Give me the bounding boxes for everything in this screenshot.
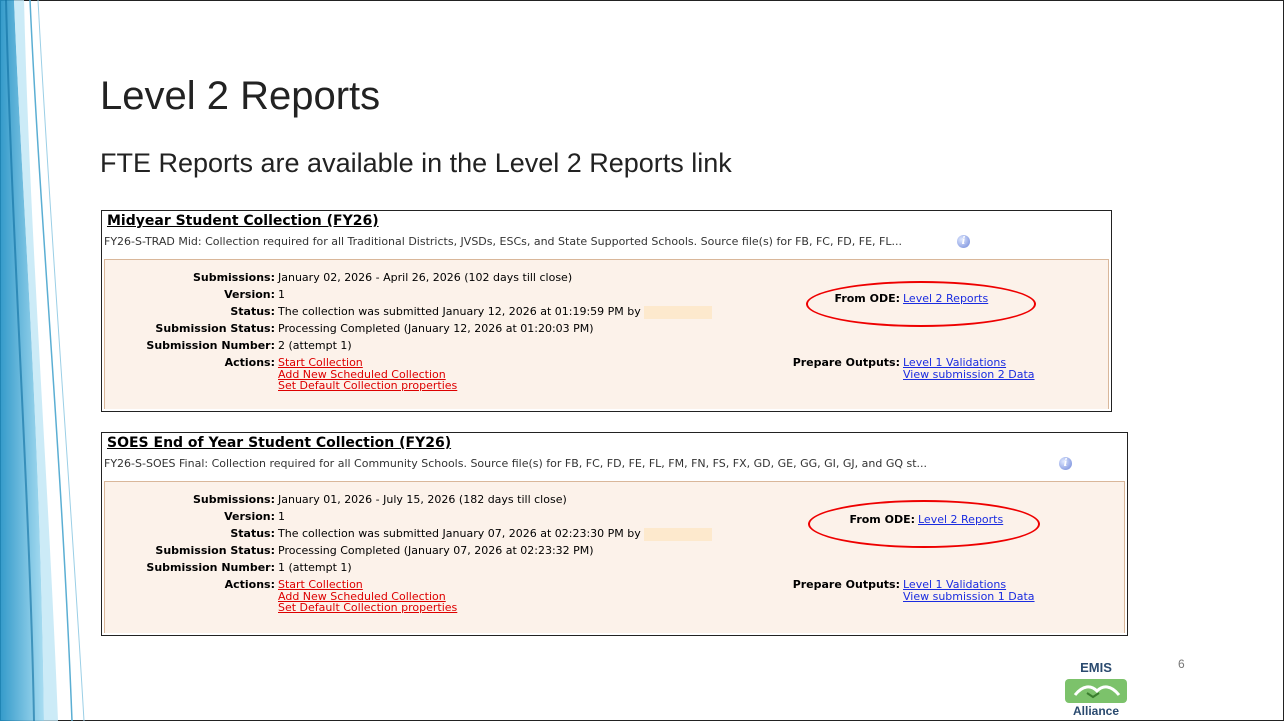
version-label: Version: bbox=[224, 510, 275, 523]
decorative-side-stripes bbox=[0, 0, 85, 721]
submission-number-value: 2 (attempt 1) bbox=[278, 339, 352, 352]
view-submission-data-link[interactable]: View submission 1 Data bbox=[903, 590, 1035, 603]
redacted-user bbox=[643, 305, 712, 319]
actions-list: Start Collection Add New Scheduled Colle… bbox=[278, 357, 457, 392]
actions-label: Actions: bbox=[224, 578, 275, 591]
submission-number-value: 1 (attempt 1) bbox=[278, 561, 352, 574]
collection-header[interactable]: SOES End of Year Student Collection (FY2… bbox=[107, 433, 451, 453]
status-row: The collection was submitted January 12,… bbox=[278, 304, 712, 320]
info-icon[interactable]: i bbox=[1059, 457, 1072, 470]
status-label: Status: bbox=[230, 305, 275, 318]
handshake-icon bbox=[1065, 679, 1127, 703]
highlight-oval bbox=[806, 281, 1036, 327]
view-submission-data-link[interactable]: View submission 2 Data bbox=[903, 368, 1035, 381]
status-value: The collection was submitted January 07,… bbox=[278, 527, 641, 540]
start-collection-link[interactable]: Start Collection bbox=[278, 357, 457, 369]
slide-title: Level 2 Reports bbox=[100, 74, 381, 118]
prepare-outputs-list: Level 1 Validations View submission 1 Da… bbox=[903, 579, 1035, 602]
collection-description: FY26-S-SOES Final: Collection required f… bbox=[104, 457, 928, 470]
highlight-oval bbox=[808, 500, 1040, 548]
start-collection-link[interactable]: Start Collection bbox=[278, 579, 457, 591]
submissions-label: Submissions: bbox=[192, 271, 275, 284]
actions-list: Start Collection Add New Scheduled Colle… bbox=[278, 579, 457, 614]
status-value: The collection was submitted January 12,… bbox=[278, 305, 641, 318]
submissions-label: Submissions: bbox=[192, 493, 275, 506]
actions-label: Actions: bbox=[224, 356, 275, 369]
logo-text-top: EMIS bbox=[1080, 660, 1112, 675]
redacted-user bbox=[643, 527, 712, 541]
submissions-value: January 01, 2026 - July 15, 2026 (182 da… bbox=[278, 493, 567, 506]
submission-status-label: Submission Status: bbox=[155, 544, 275, 557]
prepare-outputs-list: Level 1 Validations View submission 2 Da… bbox=[903, 357, 1035, 380]
page-number: 6 bbox=[1178, 657, 1185, 671]
level1-validations-link[interactable]: Level 1 Validations bbox=[903, 357, 1035, 369]
prepare-outputs-label: Prepare Outputs: bbox=[792, 578, 900, 591]
level1-validations-link[interactable]: Level 1 Validations bbox=[903, 579, 1035, 591]
status-label: Status: bbox=[230, 527, 275, 540]
collection-header[interactable]: Midyear Student Collection (FY26) bbox=[107, 211, 379, 231]
submission-status-label: Submission Status: bbox=[155, 322, 275, 335]
version-value: 1 bbox=[278, 510, 285, 523]
submission-number-label: Submission Number: bbox=[146, 561, 275, 574]
logo-text-bottom: Alliance bbox=[1072, 704, 1120, 718]
slide-subtitle: FTE Reports are available in the Level 2… bbox=[100, 148, 732, 178]
submission-number-label: Submission Number: bbox=[146, 339, 275, 352]
submission-status-value: Processing Completed (January 12, 2026 a… bbox=[278, 322, 594, 335]
set-default-properties-link[interactable]: Set Default Collection properties bbox=[278, 602, 457, 614]
info-icon[interactable]: i bbox=[957, 235, 970, 248]
submissions-value: January 02, 2026 - April 26, 2026 (102 d… bbox=[278, 271, 573, 284]
version-label: Version: bbox=[224, 288, 275, 301]
set-default-properties-link[interactable]: Set Default Collection properties bbox=[278, 380, 457, 392]
emis-alliance-logo: EMIS Alliance bbox=[1061, 660, 1131, 720]
prepare-outputs-label: Prepare Outputs: bbox=[792, 356, 900, 369]
status-row: The collection was submitted January 07,… bbox=[278, 526, 712, 542]
collection-description: FY26-S-TRAD Mid: Collection required for… bbox=[104, 235, 902, 248]
version-value: 1 bbox=[278, 288, 285, 301]
submission-status-value: Processing Completed (January 07, 2026 a… bbox=[278, 544, 594, 557]
